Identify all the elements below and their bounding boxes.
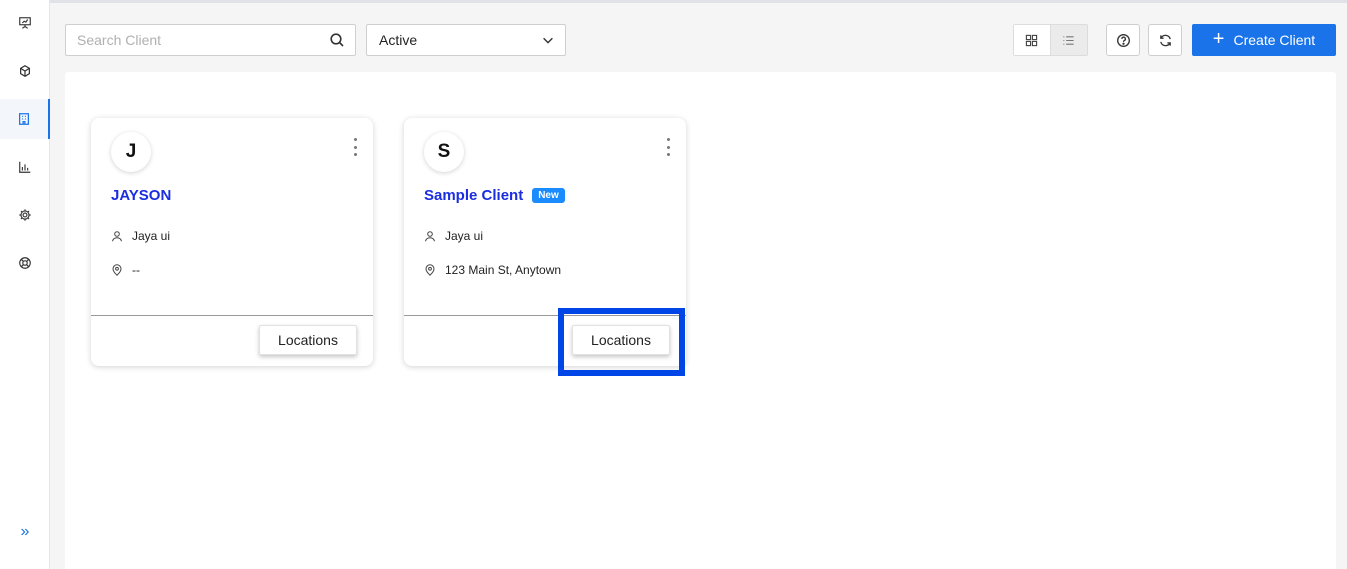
sidebar-item-products[interactable] xyxy=(0,51,50,91)
cube-icon xyxy=(20,65,30,77)
sidebar-item-settings[interactable] xyxy=(0,195,50,235)
refresh-icon xyxy=(1159,34,1171,46)
avatar: J xyxy=(111,132,151,172)
user-icon xyxy=(112,231,122,242)
locations-button[interactable]: Locations xyxy=(259,325,357,355)
owner-name: Jaya ui xyxy=(132,229,171,243)
client-name-text: JAYSON xyxy=(111,187,172,204)
sidebar-item-support[interactable] xyxy=(0,243,50,283)
presentation-icon xyxy=(19,17,31,29)
building-icon xyxy=(19,113,29,125)
client-address: -- xyxy=(111,263,140,277)
search-input[interactable] xyxy=(66,25,316,55)
client-name[interactable]: Sample Client New xyxy=(424,187,565,204)
address-text: 123 Main St, Anytown xyxy=(445,263,562,277)
location-pin-icon xyxy=(425,264,435,276)
grid-view-button[interactable] xyxy=(1014,25,1051,55)
view-toggle xyxy=(1013,24,1088,56)
bar-chart-icon xyxy=(19,161,31,173)
search-box xyxy=(65,24,356,56)
gear-icon xyxy=(19,209,31,221)
create-client-label: Create Client xyxy=(1233,32,1316,48)
sidebar-item-clients[interactable] xyxy=(0,99,50,139)
more-options-icon[interactable] xyxy=(351,138,359,156)
create-client-button[interactable]: + Create Client xyxy=(1192,24,1336,56)
client-owner: Jaya ui xyxy=(111,229,170,243)
address-text: -- xyxy=(132,263,140,277)
status-select-value: Active xyxy=(379,32,418,48)
client-name[interactable]: JAYSON xyxy=(111,187,171,204)
plus-icon: + xyxy=(1212,28,1225,50)
sidebar-item-reports[interactable] xyxy=(0,147,50,187)
help-button[interactable] xyxy=(1106,24,1140,56)
location-pin-icon xyxy=(112,264,122,276)
new-badge: New xyxy=(532,188,565,203)
client-address: 123 Main St, Anytown xyxy=(424,263,561,277)
client-card: J JAYSON Jaya ui -- Locations xyxy=(91,118,373,366)
sidebar: » xyxy=(0,0,50,569)
list-view-button[interactable] xyxy=(1050,25,1087,55)
card-divider xyxy=(91,315,373,316)
client-name-text: Sample Client xyxy=(424,187,524,204)
sidebar-item-dashboard[interactable] xyxy=(0,3,50,43)
client-owner: Jaya ui xyxy=(424,229,483,243)
client-card: S Sample Client New Jaya ui 123 Main St, … xyxy=(404,118,686,366)
chevron-down-icon xyxy=(543,37,553,44)
locations-button[interactable]: Locations xyxy=(572,325,670,355)
list-icon xyxy=(1063,35,1074,45)
grid-icon xyxy=(1026,34,1038,46)
user-icon xyxy=(425,231,435,242)
expand-sidebar-icon[interactable]: » xyxy=(0,518,50,546)
more-options-icon[interactable] xyxy=(664,138,672,156)
card-divider xyxy=(404,315,686,316)
search-icon[interactable] xyxy=(329,32,345,48)
refresh-button[interactable] xyxy=(1148,24,1182,56)
avatar: S xyxy=(424,132,464,172)
lifebuoy-icon xyxy=(19,257,31,269)
status-select[interactable]: Active xyxy=(366,24,566,56)
help-icon xyxy=(1116,33,1130,47)
owner-name: Jaya ui xyxy=(445,229,484,243)
top-border xyxy=(0,0,1347,3)
